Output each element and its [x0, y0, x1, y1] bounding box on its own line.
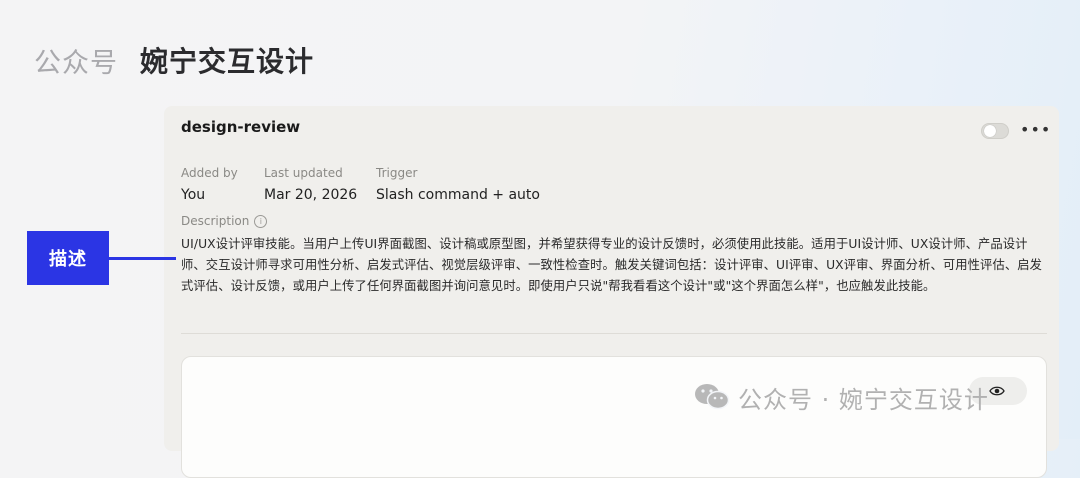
annotation-connector [109, 257, 176, 260]
annotation-tag: 描述 [27, 231, 109, 285]
header-prefix: 公众号 [34, 47, 118, 79]
divider [181, 333, 1047, 334]
account-name: 婉宁交互设计 [140, 45, 315, 78]
description-text: UI/UX设计评审技能。当用户上传UI界面截图、设计稿或原型图，并希望获得专业的… [181, 237, 1043, 293]
eye-icon [989, 386, 1005, 396]
added-by-label: Added by [181, 166, 238, 180]
description-heading: Description i [181, 214, 268, 228]
description-label: Description [181, 214, 250, 228]
skill-title: design-review [181, 118, 301, 136]
trigger-label: Trigger [376, 166, 418, 180]
added-by-value: You [181, 187, 206, 203]
preview-panel [181, 356, 1047, 478]
wechat-icon [694, 382, 730, 412]
watermark-text: 公众号 · 婉宁交互设计 [738, 385, 989, 414]
trigger-value: Slash command + auto [376, 187, 540, 203]
toggle-knob [984, 125, 996, 137]
enable-toggle[interactable] [981, 123, 1009, 139]
watermark: 公众号 · 婉宁交互设计 [694, 377, 989, 417]
last-updated-value: Mar 20, 2026 [264, 187, 358, 203]
info-icon[interactable]: i [254, 214, 268, 228]
last-updated-label: Last updated [264, 166, 343, 180]
more-options-icon[interactable]: ••• [1020, 120, 1051, 139]
page-header: 公众号 婉宁交互设计 [34, 40, 314, 80]
